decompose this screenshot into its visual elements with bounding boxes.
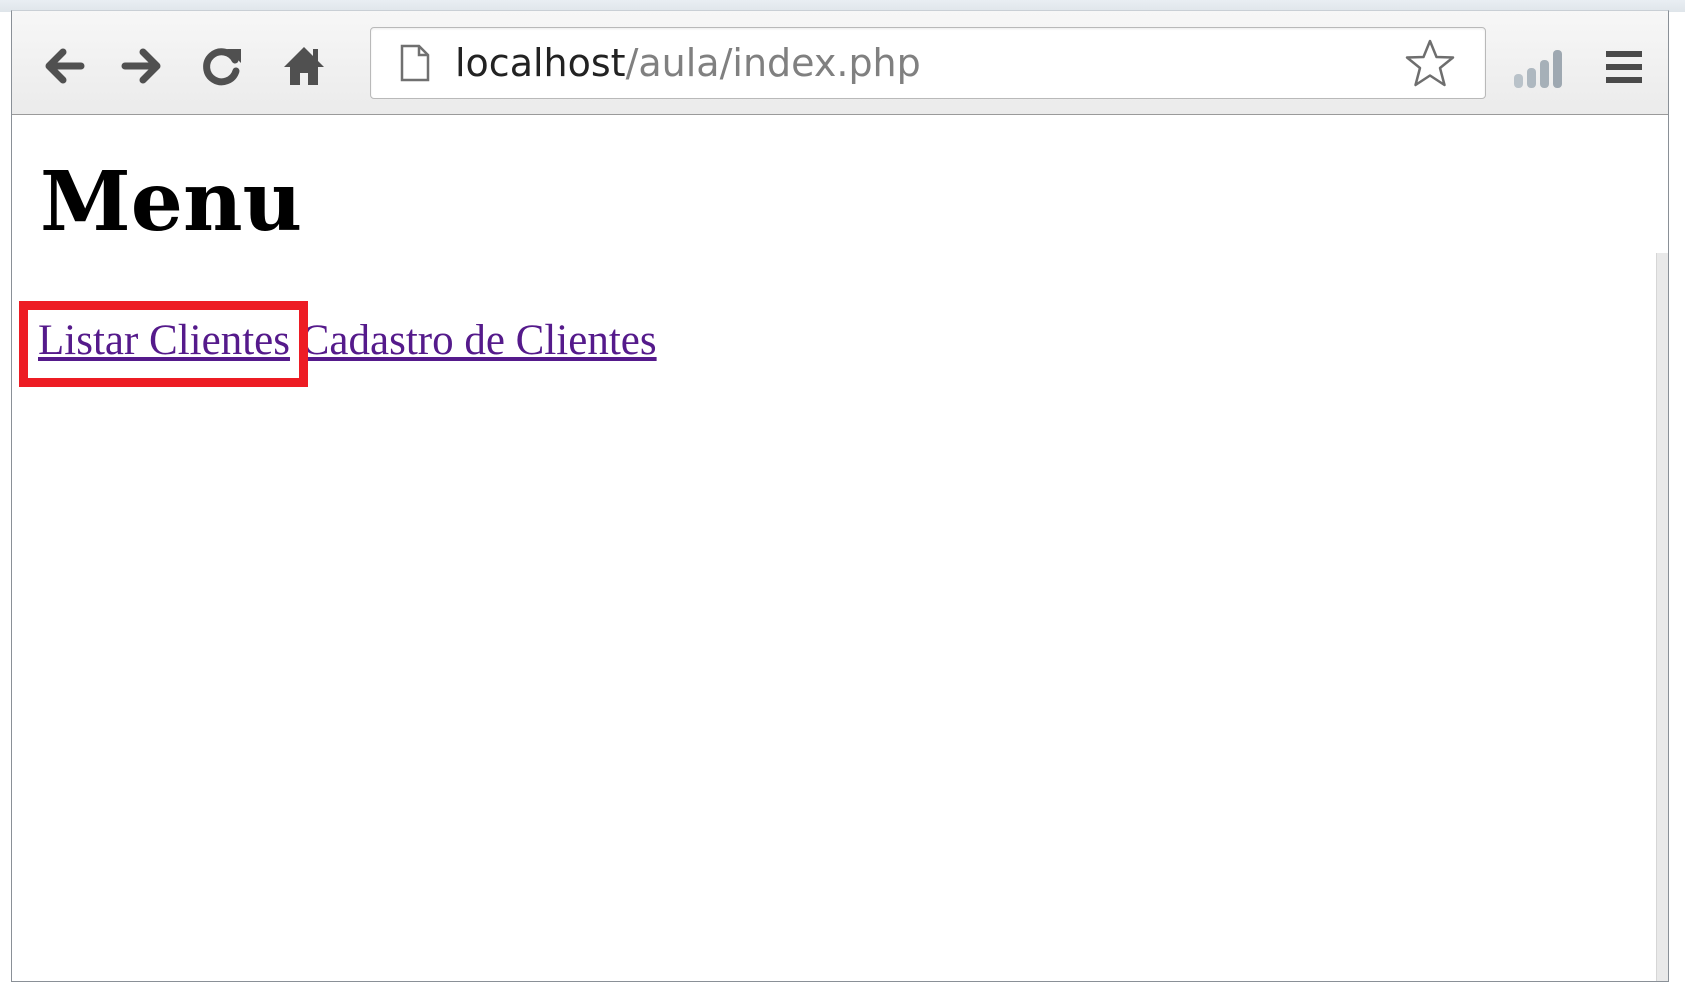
- browser-toolbar: localhost/aula/index.php: [12, 11, 1668, 115]
- menu-links: Listar Clientes Cadastro de Clientes: [38, 315, 657, 367]
- reload-button[interactable]: [192, 36, 252, 96]
- back-arrow-icon: [45, 48, 85, 84]
- address-bar[interactable]: localhost/aula/index.php: [370, 27, 1486, 99]
- url-host: localhost: [455, 41, 626, 85]
- forward-button[interactable]: [112, 36, 172, 96]
- home-icon: [284, 47, 324, 85]
- star-icon[interactable]: [1403, 38, 1457, 90]
- vertical-scrollbar[interactable]: [1656, 253, 1668, 981]
- page-title: Menu: [40, 154, 303, 250]
- browser-window: localhost/aula/index.php Menu Listar Cli…: [0, 0, 1685, 984]
- signal-bars-icon[interactable]: [1512, 44, 1566, 90]
- browser-frame: localhost/aula/index.php Menu Listar Cli…: [11, 10, 1669, 982]
- reload-icon: [203, 48, 241, 86]
- address-url[interactable]: localhost/aula/index.php: [455, 38, 921, 88]
- page-viewport: Menu Listar Clientes Cadastro de Cliente…: [12, 115, 1668, 981]
- cadastro-de-clientes-link[interactable]: Cadastro de Clientes: [301, 317, 657, 364]
- forward-arrow-icon: [121, 48, 161, 84]
- url-path: /aula/index.php: [625, 41, 921, 85]
- page-icon: [400, 44, 430, 82]
- hamburger-menu-icon[interactable]: [1602, 45, 1646, 89]
- home-button[interactable]: [274, 36, 334, 96]
- back-button[interactable]: [34, 36, 94, 96]
- listar-clientes-link[interactable]: Listar Clientes: [38, 317, 290, 364]
